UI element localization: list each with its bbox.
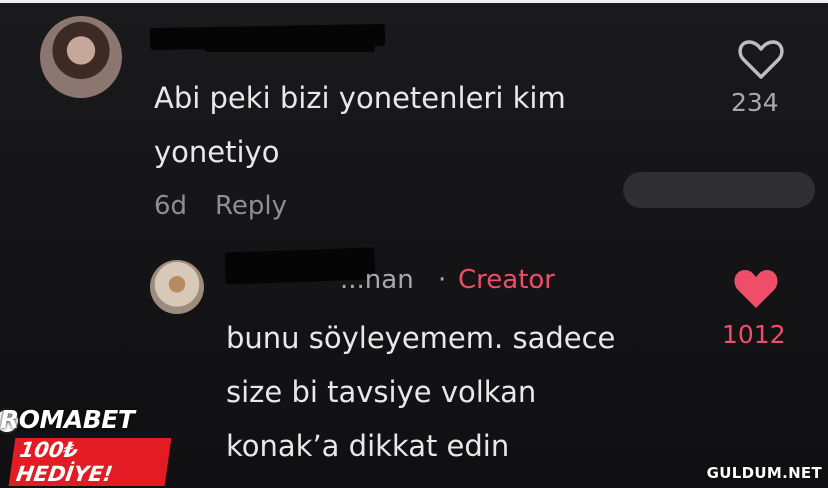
watermark: GULDUM.NET xyxy=(706,464,822,482)
comments-screenshot: Abi peki bizi yonetenleri kim yonetiyo 6… xyxy=(0,0,828,488)
comment-age: 6d xyxy=(154,191,188,221)
comment-text-line: size bi tavsiye volkan xyxy=(226,375,537,409)
comment-text-line: yonetiyo xyxy=(154,135,280,169)
redacted-username-mark xyxy=(205,42,375,52)
comment-text-line: Abi peki bizi yonetenleri kim xyxy=(154,81,566,115)
like-count: 234 xyxy=(731,88,779,117)
avatar[interactable] xyxy=(40,16,122,98)
separator-dot: · xyxy=(438,265,447,295)
heart-filled-icon[interactable] xyxy=(733,268,779,310)
comment-text-line: bunu söyleyemem. sadece xyxy=(226,321,616,355)
like-count: 1012 xyxy=(722,320,786,349)
reply-button[interactable]: Reply xyxy=(215,191,287,221)
creator-badge: Creator xyxy=(458,265,555,295)
comment-username[interactable]: ...nan xyxy=(340,265,414,295)
hidden-replies-pill[interactable] xyxy=(623,172,815,208)
top-divider xyxy=(0,0,828,3)
heart-outline-icon[interactable] xyxy=(738,38,784,80)
logo-text: ROMABET xyxy=(0,405,135,434)
sponsor-logo: ROMABET 100₺ HEDİYE! xyxy=(0,405,172,486)
comment-text-line: konak’a dikkat edin xyxy=(226,429,510,463)
avatar[interactable] xyxy=(150,260,204,314)
logo-tagline: 100₺ HEDİYE! xyxy=(8,438,172,486)
